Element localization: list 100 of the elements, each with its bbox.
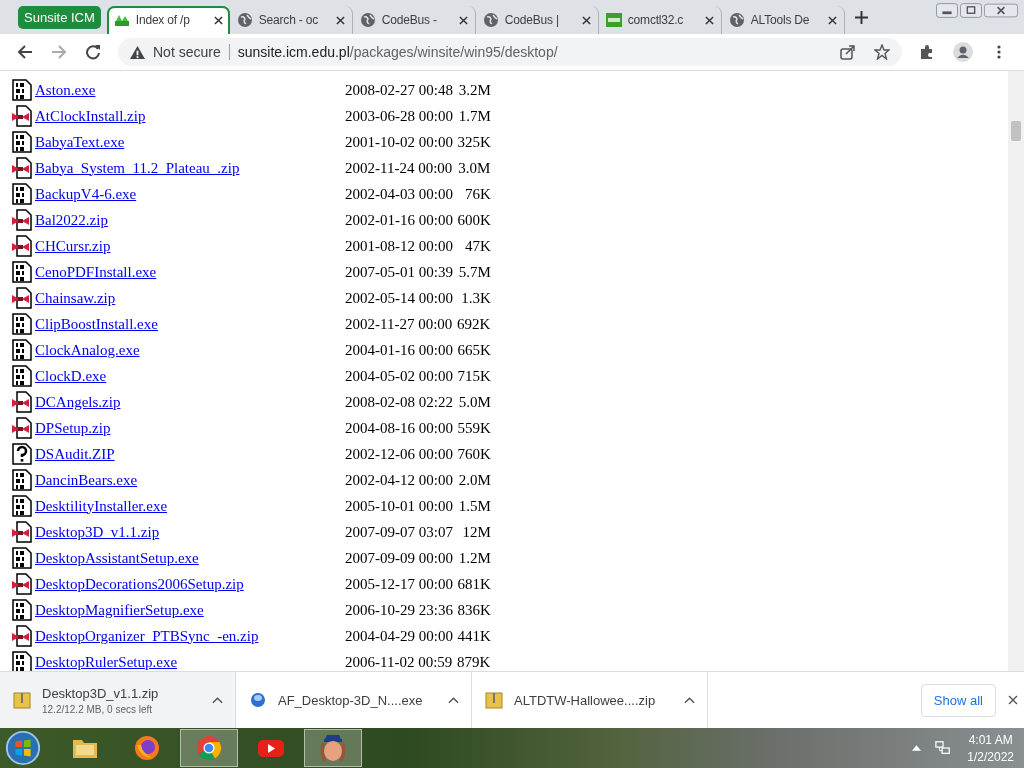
file-link[interactable]: Aston.exe	[35, 81, 345, 99]
network-icon[interactable]	[935, 740, 952, 756]
file-size: 665K	[456, 341, 491, 359]
modified-date: 2004-05-02 00:00	[345, 367, 453, 385]
clock-time: 4:01 AM	[968, 732, 1013, 747]
modified-date: 2002-12-06 00:00	[345, 445, 453, 463]
modified-date: 2008-02-27 00:48	[345, 81, 453, 99]
minimize-icon[interactable]	[936, 3, 958, 18]
binary-file-icon	[12, 339, 32, 361]
compressed-file-icon	[12, 287, 32, 309]
modified-date: 2006-10-29 23:36	[345, 601, 453, 619]
file-link[interactable]: Babya_System_11.2_Plateau_.zip	[35, 159, 345, 177]
clock-date: 1/2/2022	[967, 749, 1014, 764]
binary-file-icon	[12, 547, 32, 569]
close-icon[interactable]	[984, 3, 1018, 18]
file-link[interactable]: ClockD.exe	[35, 367, 345, 385]
file-size: 441K	[456, 627, 491, 645]
puzzle-icon[interactable]	[919, 44, 935, 60]
share-icon[interactable]	[840, 44, 856, 60]
binary-file-icon	[12, 469, 32, 491]
close-icon[interactable]	[581, 15, 591, 25]
back-icon[interactable]	[17, 44, 33, 60]
file-size: 12M	[461, 523, 491, 541]
modified-date: 2008-02-08 02:22	[345, 393, 453, 411]
close-icon[interactable]	[213, 15, 223, 25]
file-link[interactable]: ClipBoostInstall.exe	[35, 315, 345, 333]
taskbar-app[interactable]	[180, 729, 238, 767]
file-link[interactable]: ClockAnalog.exe	[35, 341, 345, 359]
binary-file-icon	[12, 261, 32, 283]
caret-icon[interactable]	[212, 696, 223, 704]
globe-icon	[482, 12, 499, 28]
download-status: 12.2/12.2 MB, 0 secs left	[42, 703, 154, 715]
binary-file-icon	[12, 599, 32, 621]
clock[interactable]: 4:01 AM 1/2/2022	[967, 732, 1014, 764]
star-icon[interactable]	[874, 44, 890, 60]
show-all-button[interactable]: Show all	[920, 683, 996, 717]
file-size: 3.0M	[457, 159, 491, 177]
download-item[interactable]: Desktop3D_v1.1.zip 12.2/12.2 MB, 0 secs left	[0, 672, 236, 728]
file-link[interactable]: DesktopMagnifierSetup.exe	[35, 601, 345, 619]
security-label[interactable]: Not secure	[153, 44, 221, 60]
file-link[interactable]: DesktopOrganizer_PTBSync_-en.zip	[35, 627, 345, 645]
file-size: 2.0M	[457, 471, 491, 489]
taskbar-app[interactable]	[304, 729, 362, 767]
file-link[interactable]: Desktop3D_v1.1.zip	[35, 523, 345, 541]
close-icon[interactable]	[458, 15, 468, 25]
site-icon	[605, 12, 622, 28]
file-size: 1.7M	[457, 107, 491, 125]
profile-icon[interactable]	[953, 42, 973, 62]
modified-date: 2002-11-24 00:00	[345, 159, 453, 177]
file-link[interactable]: DesktopRulerSetup.exe	[35, 653, 345, 671]
file-link[interactable]: AtClockInstall.zip	[35, 107, 345, 125]
new-tab-icon[interactable]	[854, 11, 868, 24]
close-icon[interactable]	[335, 15, 345, 25]
file-link[interactable]: DesktilityInstaller.exe	[35, 497, 345, 515]
file-link[interactable]: BackupV4-6.exe	[35, 185, 345, 203]
scrollbar[interactable]	[1008, 71, 1024, 671]
show-hidden-icons[interactable]	[912, 745, 922, 751]
file-link[interactable]: CenoPDFInstall.exe	[35, 263, 345, 281]
file-link[interactable]: DPSetup.zip	[35, 419, 345, 437]
file-link[interactable]: Chainsaw.zip	[35, 289, 345, 307]
file-link[interactable]: DesktopDecorations2006Setup.zip	[35, 575, 345, 593]
file-link[interactable]: DancinBears.exe	[35, 471, 345, 489]
file-link[interactable]: DSAudit.ZIP	[35, 445, 345, 463]
binary-file-icon	[12, 365, 32, 387]
chrome-icon	[194, 733, 224, 763]
close-icon[interactable]	[1008, 695, 1018, 705]
file-size: 692K	[456, 315, 491, 333]
file-size: 1.5M	[457, 497, 491, 515]
modified-date: 2007-09-07 03:07	[345, 523, 453, 541]
zip-folder-icon	[484, 690, 504, 710]
modified-date: 2007-05-01 00:39	[345, 263, 453, 281]
close-icon[interactable]	[704, 15, 714, 25]
file-link[interactable]: Bal2022.zip	[35, 211, 345, 229]
caret-icon[interactable]	[684, 696, 695, 704]
file-size: 325K	[456, 133, 491, 151]
modified-date: 2005-10-01 00:00	[345, 497, 453, 515]
scroll-thumb[interactable]	[1011, 121, 1021, 141]
file-size: 681K	[456, 575, 491, 593]
file-size: 47K	[464, 237, 491, 255]
reload-icon[interactable]	[85, 44, 101, 60]
tab-group-label[interactable]: Sunsite ICM	[18, 5, 101, 29]
file-size: 1.3K	[460, 289, 491, 307]
browser-tab[interactable]: Index of /p	[106, 6, 230, 34]
start-button[interactable]	[4, 729, 42, 767]
file-size: 715K	[456, 367, 491, 385]
modified-date: 2003-06-28 00:00	[345, 107, 453, 125]
maximize-icon[interactable]	[960, 3, 982, 18]
file-size: 760K	[456, 445, 491, 463]
binary-file-icon	[12, 183, 32, 205]
file-link[interactable]: DesktopAssistantSetup.exe	[35, 549, 345, 567]
cartoon-figure-icon	[318, 733, 348, 763]
modified-date: 2002-11-27 00:00	[345, 315, 453, 333]
address-bar[interactable]: Not secure sunsite.icm.edu.pl/packages/winsite/win95/desktop/	[118, 38, 902, 66]
close-icon[interactable]	[827, 15, 837, 25]
file-link[interactable]: CHCursr.zip	[35, 237, 345, 255]
modified-date: 2007-09-09 00:00	[345, 549, 453, 567]
caret-icon[interactable]	[448, 696, 459, 704]
modified-date: 2004-01-16 00:00	[345, 341, 453, 359]
file-link[interactable]: DCAngels.zip	[35, 393, 345, 411]
file-link[interactable]: BabyaText.exe	[35, 133, 345, 151]
